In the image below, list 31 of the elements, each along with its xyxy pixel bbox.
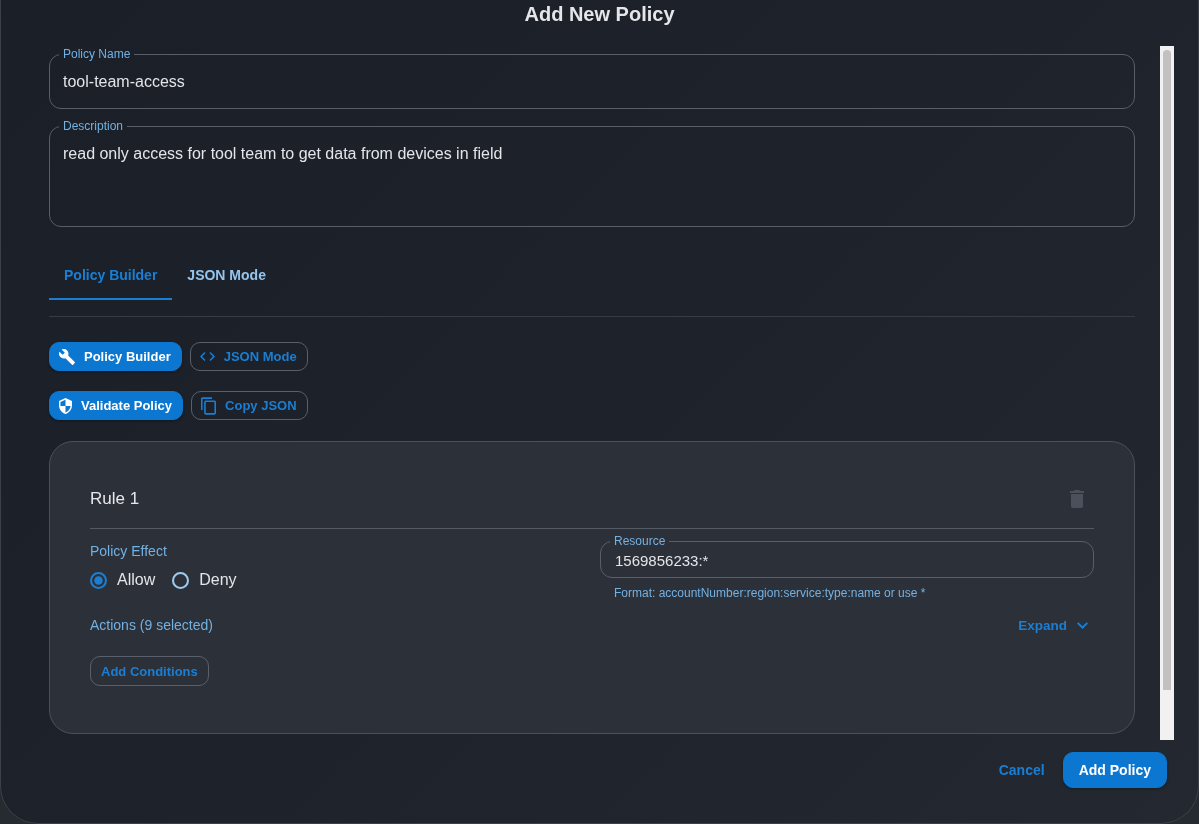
wrench-icon [59,348,75,365]
text-field[interactable]: Policy Name tool-team-access [49,47,1135,109]
copy-button[interactable]: Copy JSON [191,391,308,420]
scrollbar[interactable] [1160,46,1174,740]
tab[interactable]: Policy Builder [49,252,173,300]
dialog-title: Add New Policy [523,2,676,27]
mode-button[interactable]: JSON Mode [189,342,308,371]
mode-button[interactable]: Policy Builder [49,342,182,371]
add-policy-button[interactable]: Add Policy [1062,752,1167,788]
text-field[interactable]: Resource 1569856233:* [600,534,1094,578]
scrollbar-thumb[interactable] [1163,50,1171,690]
text-area[interactable]: Description read only access for tool team to get data from devices in field [49,119,1135,227]
radio-icon[interactable] [172,571,190,589]
actions-label: Actions (9 selected) [90,616,213,634]
cancel-button[interactable]: Cancel [989,752,1054,788]
effect-label: Policy Effect [90,542,168,560]
copy-icon [201,396,217,415]
field-label: Description [62,119,125,133]
radio-icon[interactable] [90,571,107,589]
code-icon [199,352,215,361]
tab[interactable]: JSON Mode [172,252,281,300]
rule-title: Rule 1 [90,489,140,509]
expand-button[interactable]: Expand [1012,613,1094,637]
radio-option[interactable]: Allow [90,568,156,592]
field-label: Policy Name [62,47,132,61]
field-label: Resource [613,534,667,548]
add-conditions-button[interactable]: Add Conditions [90,656,209,686]
radio-option[interactable]: Deny [172,568,237,592]
validate-button[interactable]: Validate Policy [49,391,184,420]
helper-text: Format: accountNumber:region:service:type:name or use * [613,585,927,601]
shield-icon [59,397,72,414]
